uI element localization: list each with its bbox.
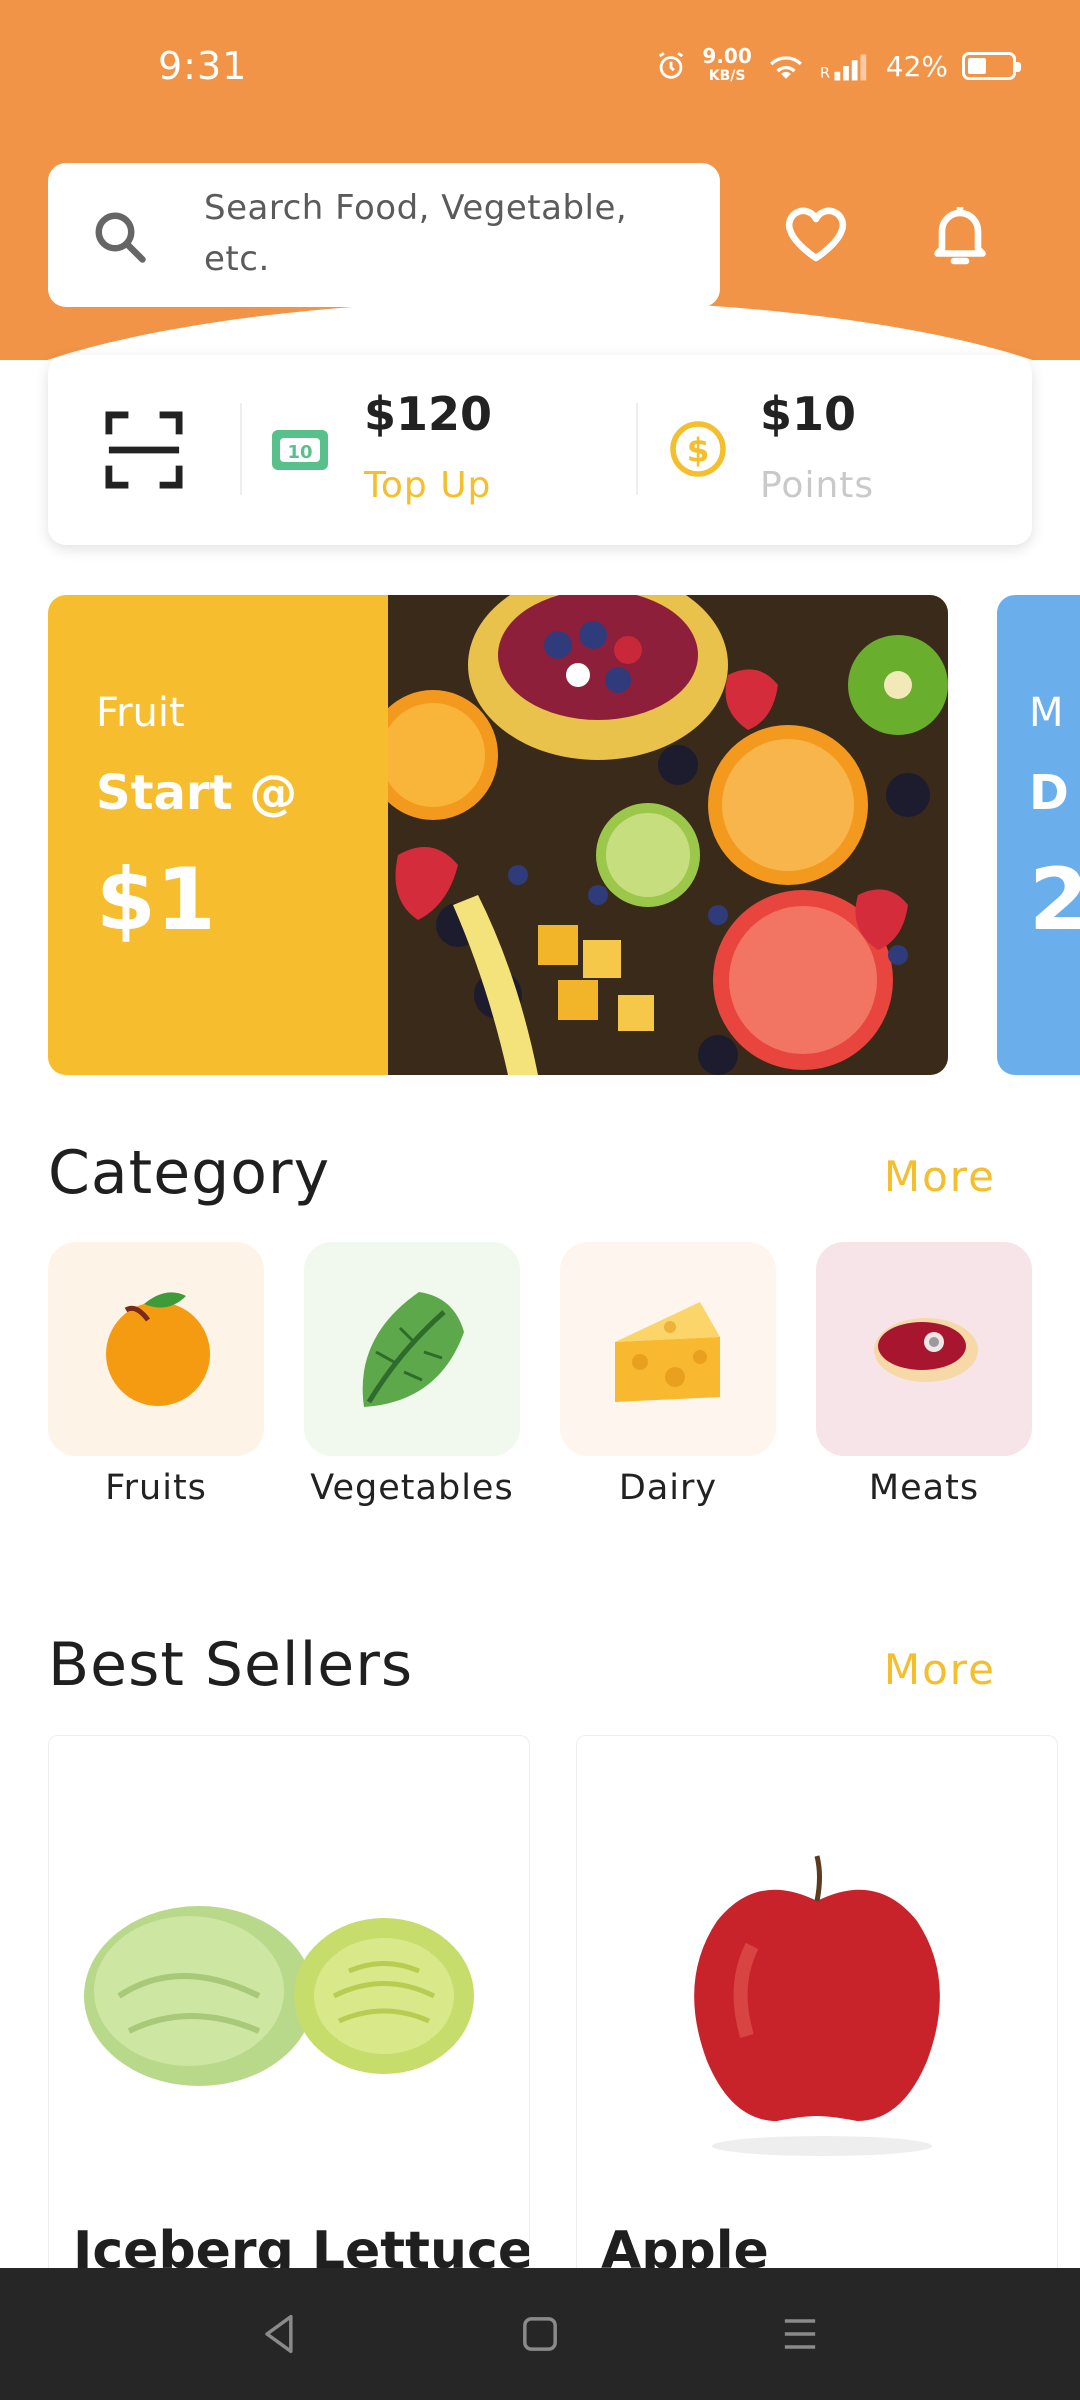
category-more-link[interactable]: More [884, 1152, 996, 1201]
coin-icon: $ [670, 421, 726, 477]
lettuce-leaf-icon [362, 1292, 464, 1407]
wallet-card: 10 $120 Top Up $ $10 Points [48, 355, 1032, 545]
status-icons: 9.00 KB/S R 42% [654, 46, 1021, 86]
banner-price: $1 [96, 850, 216, 950]
apple-image [694, 1855, 940, 2156]
battery-percent: 42% [885, 49, 948, 83]
heart-icon[interactable] [780, 198, 852, 270]
svg-text:R: R [820, 66, 830, 81]
category-title: Category [48, 1138, 331, 1208]
battery-icon [962, 52, 1021, 80]
speed-unit: KB/S [708, 68, 746, 84]
scan-icon[interactable] [104, 411, 184, 489]
bell-icon[interactable] [924, 198, 996, 270]
balance-amount: $120 [364, 387, 493, 441]
fruit-platter-image [388, 595, 948, 1075]
search-icon [95, 212, 146, 263]
category-meats-label: Meats [868, 1468, 980, 1508]
app-screen: 9:31 9.00 KB/S R 42% Search Food, Vegeta… [0, 0, 1080, 2400]
search-bar[interactable]: Search Food, Vegetable, etc. [48, 163, 720, 307]
category-meats-tile[interactable] [816, 1242, 1032, 1456]
banner-next-price: 2 [1029, 850, 1080, 950]
category-dairy-tile[interactable] [560, 1242, 776, 1456]
home-icon[interactable] [514, 2308, 566, 2360]
wifi-icon [769, 56, 802, 79]
category-dairy-label: Dairy [618, 1468, 718, 1508]
money-icon: 10 [272, 430, 328, 470]
promo-banner-fruit[interactable]: Fruit Start @ $1 [48, 595, 948, 1075]
banner-next-line2: D [1029, 765, 1069, 821]
product-card-lettuce[interactable]: Iceberg Lettuce [48, 1735, 530, 2295]
category-vegetables-tile[interactable] [304, 1242, 520, 1456]
wallet-divider [240, 403, 242, 495]
banner-next-category: M [1029, 690, 1064, 736]
status-bar: 9:31 9.00 KB/S R 42% [0, 0, 1080, 140]
best-sellers-title: Best Sellers [48, 1630, 414, 1700]
category-fruits-label: Fruits [105, 1468, 207, 1508]
cheese-icon [615, 1302, 720, 1402]
system-navigation-bar [0, 2268, 1080, 2400]
wallet-divider-2 [636, 403, 638, 495]
svg-text:10: 10 [287, 442, 312, 463]
best-sellers-more-link[interactable]: More [884, 1645, 996, 1694]
back-icon[interactable] [254, 2308, 306, 2360]
recent-apps-icon[interactable] [774, 2308, 826, 2360]
iceberg-lettuce-image [84, 1906, 474, 2086]
orange-icon [106, 1292, 210, 1406]
speed-value: 9.00 [702, 44, 752, 68]
category-fruits-tile[interactable] [48, 1242, 264, 1456]
status-time: 9:31 [158, 44, 248, 88]
product-card-apple[interactable]: Apple [576, 1735, 1058, 2295]
promo-banner-next[interactable]: M D 2 [997, 595, 1080, 1075]
alarm-icon [659, 52, 684, 79]
steak-icon [874, 1318, 978, 1382]
search-placeholder: Search Food, Vegetable, etc. [204, 188, 628, 279]
top-up-link[interactable]: Top Up [364, 465, 491, 506]
banner-category: Fruit [96, 690, 185, 736]
points-label: Points [760, 465, 875, 506]
signal-icon: R [820, 54, 866, 81]
svg-text:$: $ [687, 432, 710, 470]
category-vegetables-label: Vegetables [310, 1468, 514, 1508]
network-speed: 9.00 KB/S [702, 46, 751, 86]
banner-start-text: Start @ [96, 765, 298, 821]
points-amount: $10 [760, 387, 857, 441]
